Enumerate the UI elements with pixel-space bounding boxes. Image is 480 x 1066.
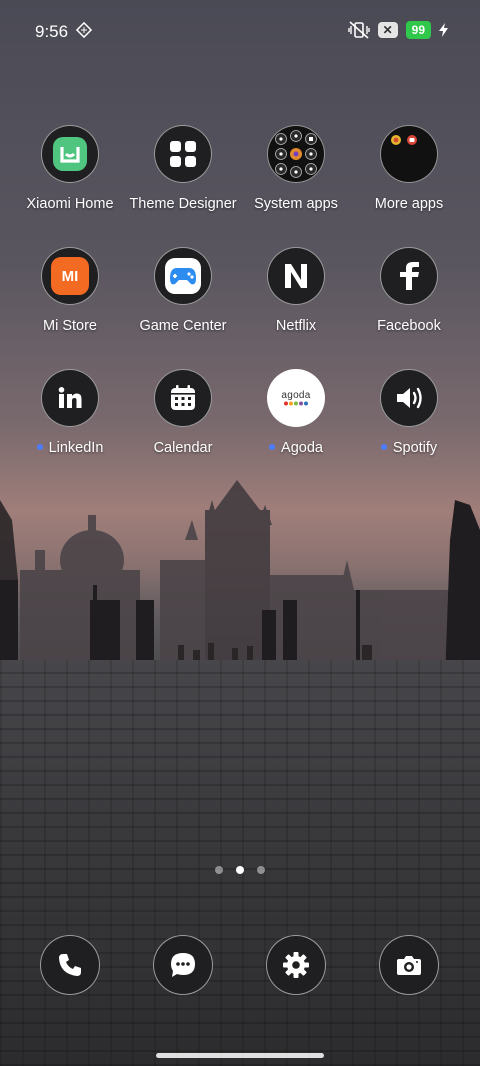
new-app-dot [269, 444, 276, 450]
dock-messages-button[interactable] [123, 935, 243, 995]
app-label: Spotify [349, 440, 469, 456]
home-gesture-bar[interactable] [156, 1053, 324, 1058]
app-label: Mi Store [43, 318, 97, 334]
grid-icon [154, 125, 212, 183]
netflix-icon [267, 247, 325, 305]
app-label-text: Spotify [392, 440, 438, 456]
app-agoda[interactable]: agoda Agoda [236, 369, 356, 456]
new-app-dot [36, 444, 43, 450]
app-label: Xiaomi Home [26, 196, 114, 212]
gear-icon [266, 935, 326, 995]
dock-phone-button[interactable] [10, 935, 130, 995]
folder-system-apps[interactable]: System apps [236, 125, 356, 212]
app-game-center[interactable]: Game Center [123, 247, 243, 334]
status-bar: 9:56 ✕ 99 [0, 0, 480, 60]
app-theme-designer[interactable]: Theme Designer [123, 125, 243, 212]
page-indicator [0, 866, 480, 874]
charging-bolt-icon [439, 23, 448, 37]
page-dot-active[interactable] [236, 866, 244, 874]
facebook-icon [380, 247, 438, 305]
folder-more-apps[interactable]: More apps [349, 125, 469, 212]
app-netflix[interactable]: Netflix [236, 247, 356, 334]
gamepad-icon [154, 247, 212, 305]
dock-settings-button[interactable] [236, 935, 356, 995]
calendar-icon [154, 369, 212, 427]
folder-icon [380, 125, 438, 183]
app-label: Agoda [236, 440, 356, 456]
app-facebook[interactable]: Facebook [349, 247, 469, 334]
page-dot[interactable] [257, 866, 265, 874]
app-label: Theme Designer [129, 196, 237, 212]
app-label-text: Agoda [281, 440, 323, 456]
dock-camera-button[interactable] [349, 935, 469, 995]
notification-x-icon: ✕ [377, 22, 398, 38]
app-label: System apps [254, 196, 338, 212]
page-dot[interactable] [215, 866, 223, 874]
chat-icon [153, 935, 213, 995]
folder-icon [267, 125, 325, 183]
app-spotify[interactable]: Spotify [349, 369, 469, 456]
battery-level: 99 [405, 21, 431, 39]
cobblestone-bridge [0, 660, 480, 1066]
app-calendar[interactable]: Calendar [123, 369, 243, 456]
new-app-dot [380, 444, 387, 450]
app-xiaomi-home[interactable]: Xiaomi Home [10, 125, 130, 212]
vibrate-off-icon [347, 21, 370, 39]
app-label: Game Center [139, 318, 227, 334]
speaker-icon [380, 369, 438, 427]
linkedin-icon [41, 369, 99, 427]
mi-store-icon: MI [41, 247, 99, 305]
mi-logo-text: MI [61, 267, 79, 285]
agoda-icon: agoda [267, 369, 325, 427]
xiaomi-home-icon [41, 125, 99, 183]
status-time: 9:56 [35, 22, 69, 41]
app-label: More apps [374, 196, 444, 212]
app-label: Facebook [377, 318, 441, 334]
agoda-dots [284, 401, 308, 406]
camera-icon [379, 935, 439, 995]
nfc-diamond-icon [76, 22, 92, 38]
app-linkedin[interactable]: LinkedIn [10, 369, 130, 456]
phone-icon [40, 935, 100, 995]
app-label: LinkedIn [10, 440, 130, 456]
app-label-text: LinkedIn [48, 440, 104, 456]
app-label: Calendar [153, 440, 213, 456]
app-mi-store[interactable]: MI Mi Store [10, 247, 130, 334]
agoda-logo-text: agoda [281, 390, 311, 401]
app-label: Netflix [275, 318, 317, 334]
